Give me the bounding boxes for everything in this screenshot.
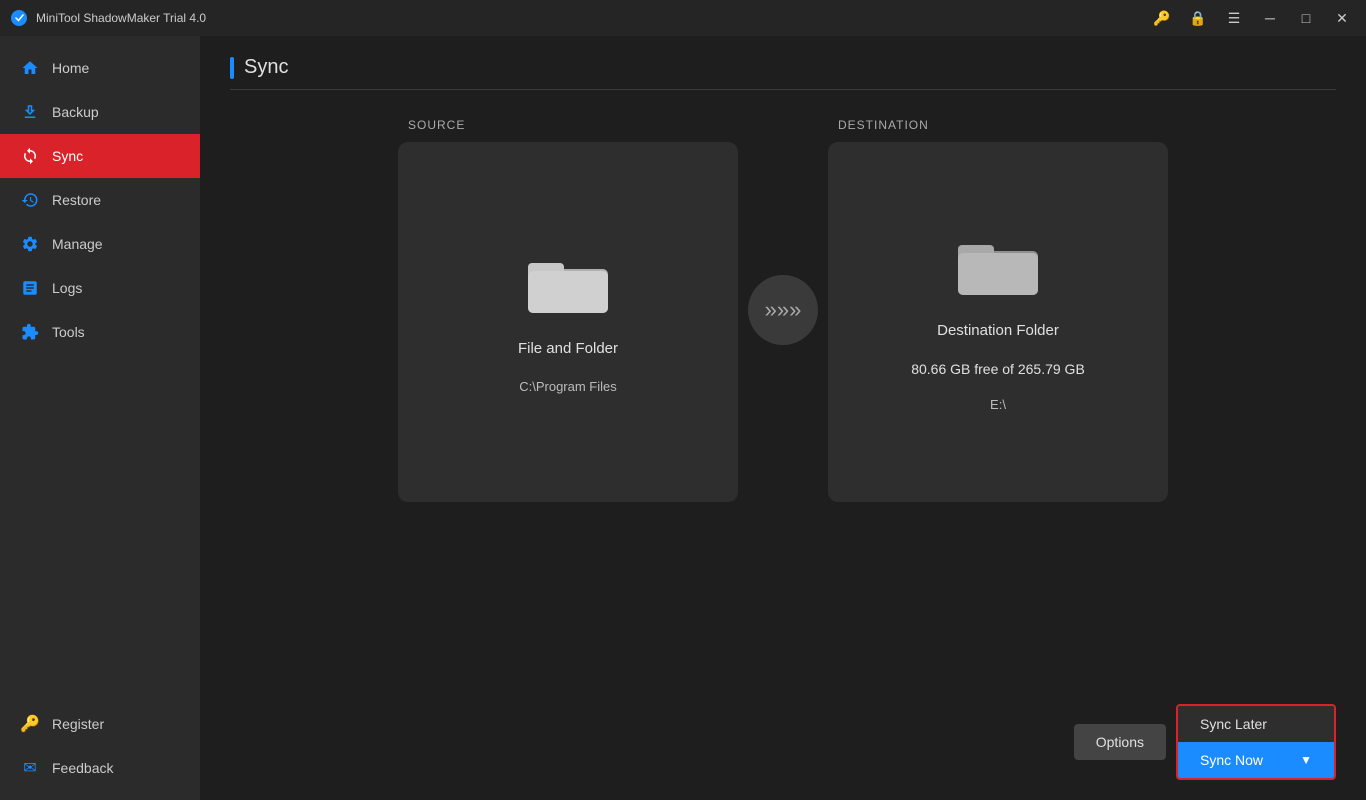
sidebar: Home Backup Sync Restore — [0, 36, 200, 800]
destination-storage: 80.66 GB free of 265.79 GB — [911, 361, 1085, 377]
destination-panel-wrapper: DESTINATION Destination Folder 80.66 GB … — [828, 118, 1168, 502]
backup-icon — [20, 102, 40, 122]
logs-icon — [20, 278, 40, 298]
page-title: Sync — [244, 56, 288, 79]
lock-icon-button[interactable]: 🔒 — [1184, 4, 1212, 32]
sidebar-item-restore[interactable]: Restore — [0, 178, 200, 222]
minimize-button[interactable]: ─ — [1256, 4, 1284, 32]
sidebar-label-sync: Sync — [52, 148, 83, 164]
sidebar-label-home: Home — [52, 60, 89, 76]
sidebar-label-register: Register — [52, 716, 104, 732]
sidebar-item-manage[interactable]: Manage — [0, 222, 200, 266]
sidebar-item-register[interactable]: 🔑 Register — [0, 702, 200, 746]
source-name: File and Folder — [518, 340, 618, 357]
sidebar-item-backup[interactable]: Backup — [0, 90, 200, 134]
options-button[interactable]: Options — [1074, 724, 1166, 760]
app-layout: Home Backup Sync Restore — [0, 36, 1366, 800]
source-folder-icon — [528, 251, 608, 316]
sync-panels: SOURCE File and Folder C:\Program Files — [230, 120, 1336, 500]
source-panel-wrapper: SOURCE File and Folder C:\Program Files — [398, 118, 738, 502]
sidebar-label-tools: Tools — [52, 324, 85, 340]
titlebar: MiniTool ShadowMaker Trial 4.0 🔑 🔒 ☰ ─ □… — [0, 0, 1366, 36]
destination-folder-icon — [958, 233, 1038, 298]
close-button[interactable]: ✕ — [1328, 4, 1356, 32]
sidebar-label-manage: Manage — [52, 236, 103, 252]
sidebar-item-feedback[interactable]: ✉ Feedback — [0, 746, 200, 790]
dropdown-arrow-icon: ▼ — [1300, 753, 1312, 767]
feedback-icon: ✉ — [20, 758, 40, 778]
source-label: SOURCE — [398, 118, 465, 132]
menu-icon-button[interactable]: ☰ — [1220, 4, 1248, 32]
title-actions: 🔑 🔒 ☰ ─ □ ✕ — [1148, 4, 1356, 32]
source-panel[interactable]: File and Folder C:\Program Files — [398, 142, 738, 502]
app-title: MiniTool ShadowMaker Trial 4.0 — [36, 11, 1148, 25]
destination-panel[interactable]: Destination Folder 80.66 GB free of 265.… — [828, 142, 1168, 502]
sync-now-label: Sync Now — [1200, 752, 1263, 768]
manage-icon — [20, 234, 40, 254]
register-icon: 🔑 — [20, 714, 40, 734]
sidebar-label-logs: Logs — [52, 280, 82, 296]
action-bar: Options Sync Later Sync Now ▼ — [1074, 704, 1336, 780]
destination-path: E:\ — [990, 397, 1006, 412]
sync-dropdown: Sync Later Sync Now ▼ — [1176, 704, 1336, 780]
destination-label: DESTINATION — [828, 118, 929, 132]
sync-icon — [20, 146, 40, 166]
sidebar-label-restore: Restore — [52, 192, 101, 208]
sidebar-label-backup: Backup — [52, 104, 99, 120]
restore-nav-icon — [20, 190, 40, 210]
sidebar-item-home[interactable]: Home — [0, 46, 200, 90]
restore-button[interactable]: □ — [1292, 4, 1320, 32]
app-logo-icon — [10, 9, 28, 27]
arrow-symbol: »»» — [765, 297, 802, 323]
page-header-accent — [230, 57, 234, 79]
arrow-connector: »»» — [748, 275, 818, 345]
page-header: Sync — [230, 56, 1336, 90]
sync-now-button[interactable]: Sync Now ▼ — [1178, 742, 1334, 778]
sidebar-item-logs[interactable]: Logs — [0, 266, 200, 310]
sidebar-item-tools[interactable]: Tools — [0, 310, 200, 354]
home-icon — [20, 58, 40, 78]
source-path: C:\Program Files — [519, 379, 617, 394]
key-icon-button[interactable]: 🔑 — [1148, 4, 1176, 32]
sync-later-button[interactable]: Sync Later — [1178, 706, 1334, 742]
sidebar-label-feedback: Feedback — [52, 760, 113, 776]
main-content: Sync SOURCE File and Folder C:\Program — [200, 36, 1366, 800]
sidebar-item-sync[interactable]: Sync — [0, 134, 200, 178]
sidebar-bottom: 🔑 Register ✉ Feedback — [0, 702, 200, 800]
destination-name: Destination Folder — [937, 322, 1059, 339]
tools-icon — [20, 322, 40, 342]
